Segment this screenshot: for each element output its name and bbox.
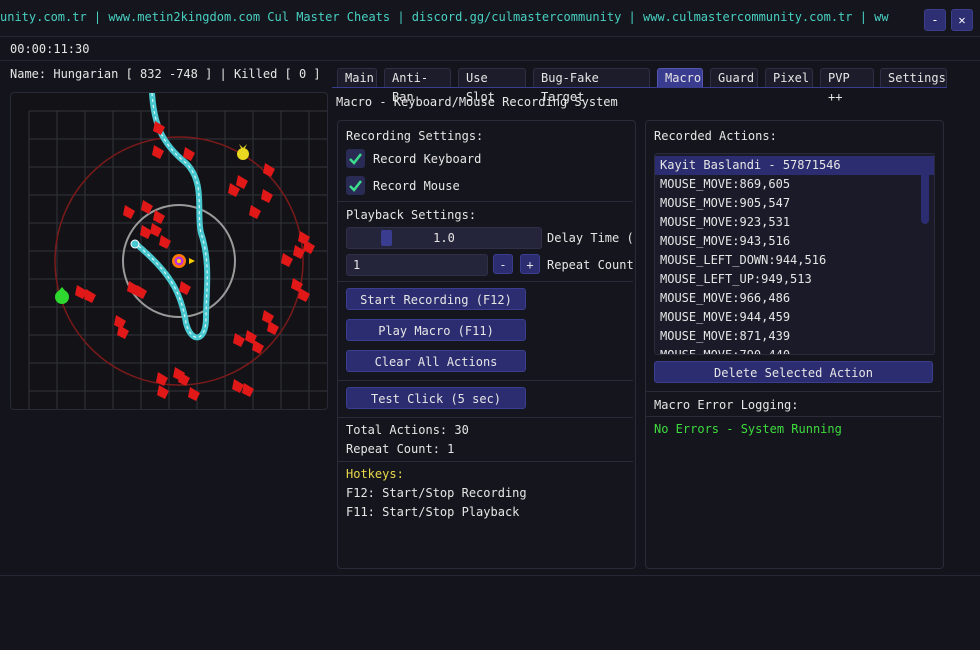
- list-item[interactable]: MOUSE_MOVE:905,547: [655, 194, 934, 213]
- start-recording-button[interactable]: Start Recording (F12): [346, 288, 526, 310]
- enemy-marker: [179, 281, 191, 295]
- list-item[interactable]: MOUSE_LEFT_UP:949,513: [655, 270, 934, 289]
- playback-settings-header: Playback Settings:: [346, 208, 477, 222]
- list-item[interactable]: MOUSE_MOVE:923,531: [655, 213, 934, 232]
- list-item[interactable]: MOUSE_LEFT_DOWN:944,516: [655, 251, 934, 270]
- delay-time-slider[interactable]: 1.0: [346, 227, 542, 249]
- record-mouse-checkbox[interactable]: [346, 176, 365, 195]
- route-start-marker: [130, 239, 140, 249]
- close-icon: ✕: [958, 13, 966, 27]
- checkmark-icon: [349, 153, 362, 165]
- list-item[interactable]: MOUSE_MOVE:790,440: [655, 346, 934, 354]
- enemy-marker: [281, 253, 293, 267]
- minimap-canvas: [28, 93, 327, 409]
- recorded-actions-header: Recorded Actions:: [654, 129, 777, 143]
- enemy-marker: [153, 210, 165, 224]
- enemy-marker: [267, 321, 279, 335]
- repeat-count-input[interactable]: 1: [346, 254, 488, 276]
- tab-pixel[interactable]: Pixel: [765, 68, 813, 87]
- tab-settings[interactable]: Settings: [880, 68, 947, 87]
- enemy-marker: [298, 288, 310, 302]
- play-macro-button[interactable]: Play Macro (F11): [346, 319, 526, 341]
- repeat-increment-button[interactable]: +: [520, 254, 540, 274]
- tab-pvp[interactable]: PVP ++: [820, 68, 874, 104]
- divider: [646, 391, 941, 392]
- tab-bug-fake-target[interactable]: Bug-Fake Target: [533, 68, 650, 104]
- npc-marker: [237, 144, 249, 160]
- enemy-marker: [252, 340, 264, 354]
- record-keyboard-label: Record Keyboard: [373, 152, 482, 166]
- delay-time-value: 1.0: [433, 231, 455, 245]
- delay-time-label: Delay Time (: [547, 231, 634, 245]
- repeat-decrement-button[interactable]: -: [493, 254, 513, 274]
- repeat-count-value: 1: [353, 258, 361, 272]
- marquee-text: unity.com.tr | www.metin2kingdom.com Cul…: [0, 10, 889, 24]
- checkmark-icon: [349, 180, 362, 192]
- repeat-count-text: Repeat Count: 1: [346, 442, 455, 456]
- hotkey-f12-text: F12: Start/Stop Recording: [346, 486, 527, 500]
- divider: [338, 281, 633, 282]
- total-actions-text: Total Actions: 30: [346, 423, 469, 437]
- close-button[interactable]: ✕: [951, 9, 973, 31]
- enemy-marker: [140, 225, 152, 239]
- list-item[interactable]: MOUSE_MOVE:944,459: [655, 308, 934, 327]
- enemy-marker: [263, 163, 275, 177]
- minimize-button[interactable]: -: [924, 9, 946, 31]
- tab-use-slot[interactable]: Use Slot: [458, 68, 526, 104]
- tab-underline: [332, 87, 947, 88]
- list-item[interactable]: MOUSE_MOVE:871,439: [655, 327, 934, 346]
- divider: [0, 575, 980, 576]
- list-item[interactable]: MOUSE_MOVE:943,516: [655, 232, 934, 251]
- repeat-count-label: Repeat Count: [547, 258, 634, 272]
- list-item[interactable]: MOUSE_MOVE:966,486: [655, 289, 934, 308]
- divider: [0, 60, 980, 61]
- list-item[interactable]: Kayit Baslandi - 57871546: [655, 156, 934, 175]
- list-item[interactable]: MOUSE_MOVE:869,605: [655, 175, 934, 194]
- recorded-actions-list[interactable]: Kayit Baslandi - 57871546 MOUSE_MOVE:869,…: [654, 153, 935, 355]
- recording-settings-header: Recording Settings:: [346, 129, 484, 143]
- divider: [338, 380, 633, 381]
- test-click-button[interactable]: Test Click (5 sec): [346, 387, 526, 409]
- enemy-marker: [123, 205, 135, 219]
- enemy-marker: [262, 310, 274, 324]
- record-mouse-label: Record Mouse: [373, 179, 460, 193]
- delete-selected-action-button[interactable]: Delete Selected Action: [654, 361, 933, 383]
- enemy-marker: [236, 175, 248, 189]
- enemy-marker: [117, 325, 129, 339]
- elapsed-timer: 00:00:11:30: [10, 42, 90, 56]
- enemy-marker: [157, 385, 169, 399]
- enemy-marker: [150, 223, 162, 237]
- divider: [338, 201, 633, 202]
- section-title: Macro - Keyboard/Mouse Recording System: [336, 95, 618, 109]
- hotkey-f11-text: F11: Start/Stop Playback: [346, 505, 520, 519]
- enemy-marker: [249, 205, 261, 219]
- tab-anti-ban[interactable]: Anti-Ban: [384, 68, 451, 104]
- divider: [338, 417, 633, 418]
- minimap[interactable]: [10, 92, 328, 410]
- tab-main[interactable]: Main: [337, 68, 377, 87]
- enemy-marker: [261, 189, 273, 203]
- hotkeys-header: Hotkeys:: [346, 467, 404, 481]
- error-log-message: No Errors - System Running: [654, 422, 842, 436]
- clear-all-actions-button[interactable]: Clear All Actions: [346, 350, 526, 372]
- enemy-marker: [242, 383, 254, 397]
- divider: [338, 461, 633, 462]
- record-keyboard-checkbox[interactable]: [346, 149, 365, 168]
- player-info: Name: Hungarian [ 832 -748 ] | Killed [ …: [10, 67, 321, 81]
- enemy-marker: [188, 387, 200, 401]
- list-scrollbar[interactable]: [921, 156, 929, 224]
- tab-guard[interactable]: Guard: [710, 68, 758, 87]
- error-logging-header: Macro Error Logging:: [654, 398, 799, 412]
- player-marker: [172, 254, 195, 268]
- enemy-marker: [152, 145, 164, 159]
- divider: [646, 416, 941, 417]
- tab-macro[interactable]: Macro: [657, 68, 703, 87]
